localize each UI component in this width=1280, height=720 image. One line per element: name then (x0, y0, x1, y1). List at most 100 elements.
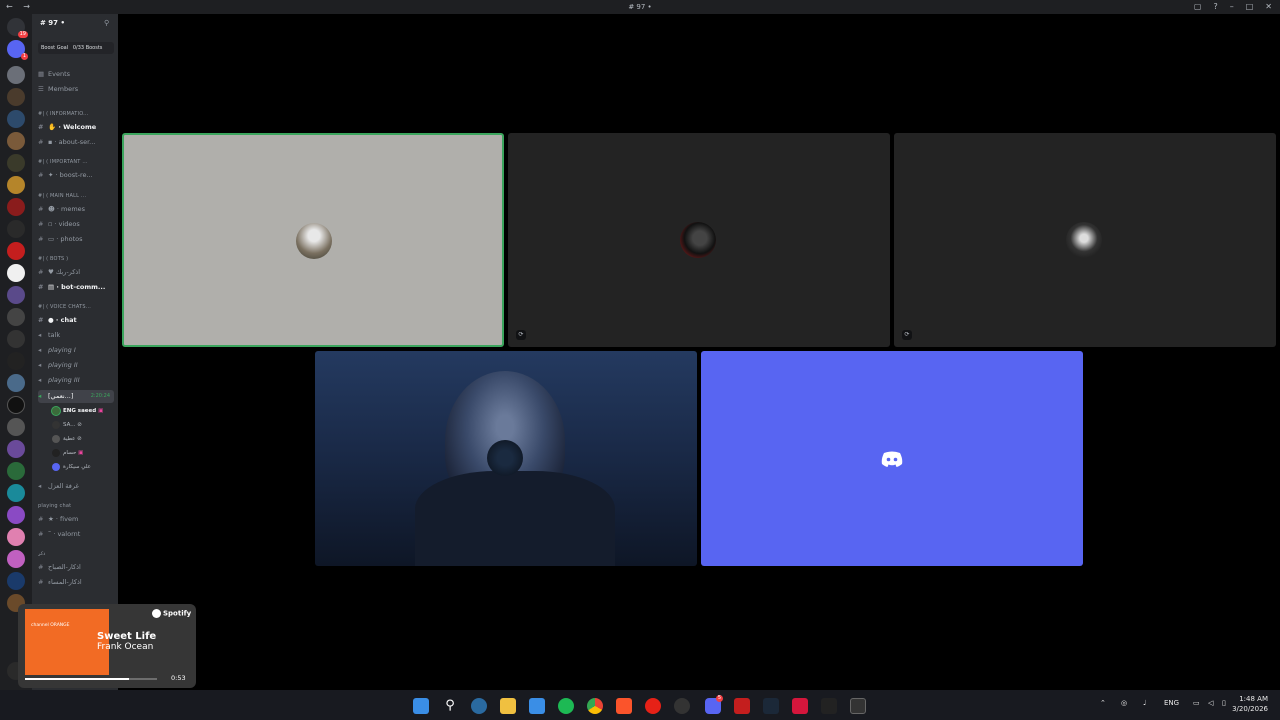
widgets-icon[interactable] (471, 698, 487, 714)
network-icon[interactable]: ▭ (1193, 699, 1200, 707)
server-icon[interactable] (7, 132, 25, 150)
channel-videos[interactable]: # ▫ · videos (38, 218, 118, 231)
voice-active-channel[interactable]: ◂ [نعمي...] 2:20:24 (38, 390, 114, 403)
spotify-icon[interactable] (558, 698, 574, 714)
server-icon[interactable]: 1 (7, 40, 28, 60)
invite-icon[interactable]: ⚲ (104, 19, 109, 27)
server-icon[interactable] (7, 572, 25, 590)
channel-boost[interactable]: # ✦ · boost-re... (38, 169, 118, 182)
voice-user[interactable]: عطية ⊘ (52, 433, 82, 446)
channel-welcome[interactable]: # ✋ · Welcome (38, 121, 118, 134)
server-icon[interactable] (7, 88, 25, 106)
video-tile[interactable]: ⟳ (508, 133, 890, 347)
spotify-widget[interactable]: channel ORANGE Spotify Sweet Life Frank … (18, 604, 196, 688)
channel-evening[interactable]: # اذكار-المساء (38, 576, 118, 589)
server-icon[interactable] (7, 176, 25, 194)
category-important[interactable]: #| ( IMPORTANT ... (38, 156, 118, 169)
github-icon[interactable] (674, 698, 690, 714)
progress-bar[interactable] (25, 678, 157, 680)
voice-user[interactable]: حسام ▣ (52, 447, 83, 460)
search-icon[interactable]: ⚲ (442, 698, 458, 714)
server-icon[interactable] (7, 220, 25, 238)
inbox-icon[interactable]: ▢ (1194, 2, 1202, 11)
server-icon[interactable] (7, 286, 25, 304)
server-icon[interactable] (7, 110, 25, 128)
members-link[interactable]: ☰ Members (38, 83, 118, 96)
category-dhikr[interactable]: ذكر (38, 548, 118, 561)
video-tile[interactable]: ⟳ (894, 133, 1276, 347)
help-icon[interactable]: ? (1213, 2, 1217, 11)
server-icon[interactable] (7, 154, 25, 172)
app-icon[interactable] (821, 698, 837, 714)
voice-playing-3[interactable]: ◂ playing III (38, 374, 118, 387)
chevron-up-icon[interactable]: ⌃ (1100, 699, 1106, 707)
events-link[interactable]: ▦ Events (38, 68, 118, 81)
clock[interactable]: 1:48 AM 3/20/2026 (1232, 694, 1268, 714)
category-information[interactable]: #| ( INFORMATIO... (38, 108, 118, 121)
channel-chat[interactable]: # ● · chat (38, 314, 118, 327)
server-icon[interactable] (7, 528, 25, 546)
steam-icon[interactable] (763, 698, 779, 714)
channel-valornt[interactable]: # ˜ · valornt (38, 528, 118, 541)
server-icon[interactable] (7, 242, 25, 260)
app-icon[interactable] (734, 698, 750, 714)
server-icon[interactable] (7, 418, 25, 436)
close-icon[interactable]: ✕ (1265, 2, 1272, 11)
spotify-icon (152, 609, 161, 618)
category-playing-chat[interactable]: playing chat (38, 500, 118, 513)
video-tile-stream[interactable] (315, 351, 697, 566)
server-icon[interactable] (7, 352, 25, 370)
minimize-icon[interactable]: – (1230, 2, 1234, 11)
server-icon[interactable] (7, 330, 25, 348)
channel-about[interactable]: # ▪ · about-ser... (38, 136, 118, 149)
voice-isolation[interactable]: ◂ غرفة العزل (38, 480, 118, 493)
server-icon[interactable] (7, 198, 25, 216)
media-player-icon[interactable] (645, 698, 661, 714)
battery-icon[interactable]: ▯ (1222, 699, 1226, 707)
voice-user[interactable]: SA... ⊘ (52, 419, 82, 432)
home-button[interactable]: 19 (7, 18, 28, 38)
server-name[interactable]: # 97 • (40, 19, 65, 27)
category-bots[interactable]: #| ( BOTS ) (38, 253, 118, 266)
discord-icon[interactable]: 5 (705, 695, 723, 714)
volume-icon[interactable]: ◁ (1208, 699, 1213, 707)
brave-icon[interactable] (616, 698, 632, 714)
server-icon[interactable] (7, 506, 25, 524)
channel-photos[interactable]: # ▭ · photos (38, 233, 118, 246)
file-explorer-icon[interactable] (500, 698, 516, 714)
microphone-icon[interactable]: ♩ (1143, 699, 1146, 707)
start-icon[interactable] (413, 698, 429, 714)
riot-icon[interactable] (792, 698, 808, 714)
voice-talk[interactable]: ◂ talk (38, 329, 118, 342)
language-indicator[interactable]: ENG (1164, 699, 1179, 707)
speaker-icon: ◂ (38, 331, 42, 339)
chrome-icon[interactable] (587, 698, 603, 714)
channel-memes[interactable]: # ☻ · memes (38, 203, 118, 216)
voice-playing-1[interactable]: ◂ playing I (38, 344, 118, 357)
server-icon[interactable] (7, 264, 25, 282)
category-voice-chats[interactable]: #| ( VOICE CHATS... (38, 301, 118, 314)
video-tile-speaking[interactable] (122, 133, 504, 347)
voice-user[interactable]: ENG saeed ▣ (52, 405, 103, 418)
channel-fivem[interactable]: # ★ · fivem (38, 513, 118, 526)
category-main-hall[interactable]: #| ( MAIN HALL ... (38, 190, 118, 203)
maximize-icon[interactable]: □ (1246, 2, 1254, 11)
server-icon[interactable] (7, 550, 25, 568)
store-icon[interactable] (529, 698, 545, 714)
tray-app-icon[interactable]: ◎ (1121, 699, 1127, 707)
server-icon[interactable] (7, 374, 25, 392)
server-icon[interactable] (7, 484, 25, 502)
server-icon[interactable] (7, 396, 25, 414)
video-tile-discord[interactable] (701, 351, 1083, 566)
channel-adhkar[interactable]: # ♥ اذكر-ربك (38, 266, 118, 279)
server-icon[interactable] (7, 462, 25, 480)
server-icon[interactable] (7, 66, 25, 84)
channel-morning[interactable]: # اذكار-الصباح (38, 561, 118, 574)
voice-playing-2[interactable]: ◂ playing II (38, 359, 118, 372)
server-icon[interactable] (7, 440, 25, 458)
server-icon[interactable] (7, 308, 25, 326)
channel-bot-commands[interactable]: # ▤ · bot-comm... (38, 281, 118, 294)
voice-user[interactable]: علي سيكارة (52, 461, 91, 474)
epic-games-icon[interactable] (850, 698, 866, 714)
boost-goal[interactable]: Boost Goal 0/33 Boosts (38, 42, 114, 54)
